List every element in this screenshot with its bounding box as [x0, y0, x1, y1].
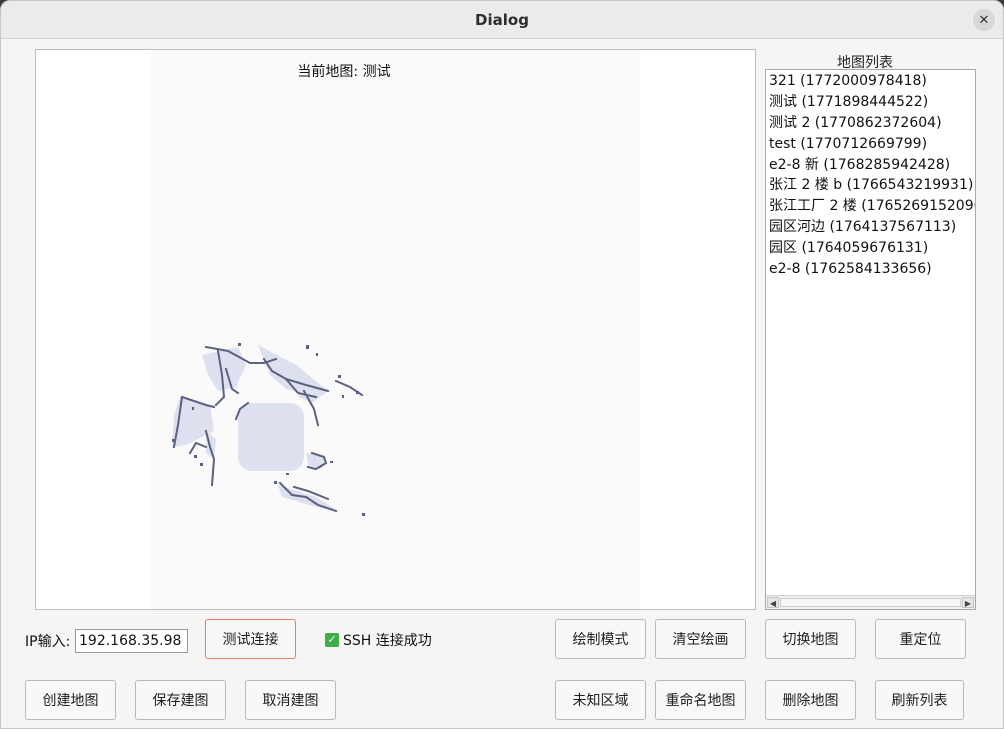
list-item[interactable]: 测试 (1771898444522)	[769, 92, 975, 113]
connection-status-text: SSH 连接成功	[343, 633, 432, 649]
test-connection-button[interactable]: 测试连接	[205, 619, 296, 659]
create-map-button[interactable]: 创建地图	[25, 680, 116, 720]
map-canvas[interactable]: 当前地图: 测试	[35, 49, 756, 610]
ip-label: IP输入:	[25, 634, 71, 650]
occupancy-map	[172, 343, 365, 516]
scroll-right-icon[interactable]: ▶	[962, 597, 974, 608]
list-item[interactable]: 测试 2 (1770862372604)	[769, 113, 975, 134]
close-icon[interactable]: ✕	[973, 9, 995, 31]
current-map-label: 当前地图: 测试	[297, 64, 391, 80]
check-icon: ✓	[325, 633, 339, 647]
dialog-window: Dialog ✕ 当前地图: 测试 地图列表 321 (177200097841…	[0, 0, 1004, 729]
map-list-items: 321 (1772000978418) 测试 (1771898444522) 测…	[769, 71, 975, 280]
refresh-list-button[interactable]: 刷新列表	[875, 680, 964, 720]
switch-map-button[interactable]: 切换地图	[765, 619, 856, 659]
list-item[interactable]: 张江 2 楼 b (1766543219931)	[769, 175, 975, 196]
list-item[interactable]: e2-8 新 (1768285942428)	[769, 155, 975, 176]
save-map-button[interactable]: 保存建图	[135, 680, 226, 720]
unknown-area-button[interactable]: 未知区域	[555, 680, 646, 720]
scroll-left-icon[interactable]: ◀	[767, 597, 779, 608]
draw-mode-button[interactable]: 绘制模式	[555, 619, 646, 659]
window-title: Dialog	[475, 10, 529, 29]
map-list[interactable]: 321 (1772000978418) 测试 (1771898444522) 测…	[765, 69, 976, 610]
list-item[interactable]: 321 (1772000978418)	[769, 71, 975, 92]
title-bar[interactable]: Dialog ✕	[1, 1, 1003, 39]
list-item[interactable]: 园区河边 (1764137567113)	[769, 217, 975, 238]
clear-drawing-button[interactable]: 清空绘画	[655, 619, 746, 659]
scrollbar-thumb[interactable]	[780, 598, 961, 607]
connection-status: ✓ SSH 连接成功	[325, 630, 432, 650]
delete-map-button[interactable]: 删除地图	[765, 680, 856, 720]
rename-map-button[interactable]: 重命名地图	[655, 680, 746, 720]
horizontal-scrollbar[interactable]: ◀ ▶	[766, 595, 975, 609]
list-item[interactable]: 园区 (1764059676131)	[769, 238, 975, 259]
cancel-map-button[interactable]: 取消建图	[245, 680, 336, 720]
close-glyph: ✕	[978, 12, 990, 28]
list-item[interactable]: 张江工厂 2 楼 (1765269152096)	[769, 196, 975, 217]
ip-input[interactable]: 192.168.35.98	[75, 629, 188, 653]
map-canvas-area	[151, 50, 640, 609]
relocate-button[interactable]: 重定位	[875, 619, 966, 659]
list-item[interactable]: test (1770712669799)	[769, 134, 975, 155]
list-item[interactable]: e2-8 (1762584133656)	[769, 259, 975, 280]
